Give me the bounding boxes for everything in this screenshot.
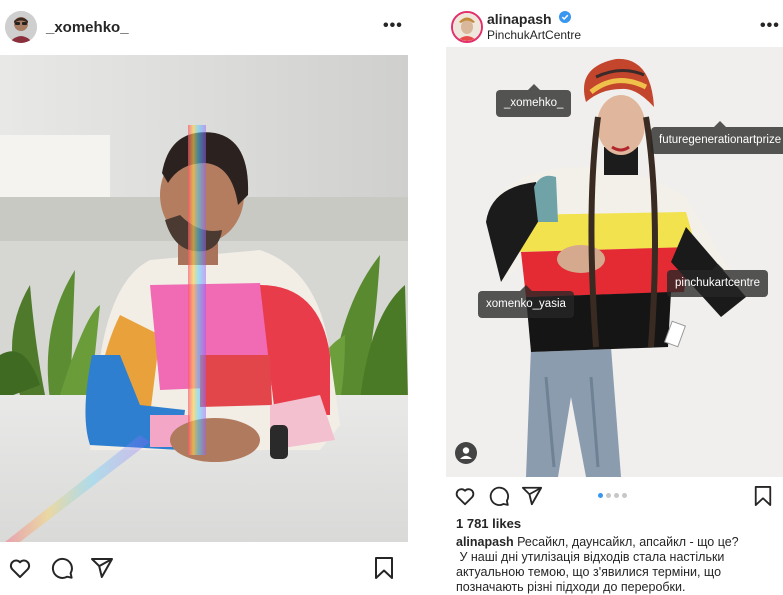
heart-icon[interactable] [8,556,32,580]
post-right-more-options-button[interactable]: ••• [760,17,780,35]
bookmark-icon[interactable] [753,485,773,507]
heart-icon[interactable] [454,485,476,507]
post-right-photo[interactable]: _xomehko_ futuregenerationartprize pinch… [446,47,783,477]
photo-tag-pinchukartcentre[interactable]: pinchukartcentre [667,264,769,297]
post-caption: alinapash Ресайкл, даунсайкл, апсайкл - … [456,535,781,595]
carousel-dot [598,493,603,498]
carousel-dot [606,493,611,498]
post-left-username[interactable]: _xomehko_ [46,19,129,36]
caption-line-2: У наші дні утилізація відходів стала нас… [456,550,725,564]
share-icon[interactable] [521,485,543,507]
post-left-avatar[interactable] [5,11,37,43]
likes-count[interactable]: 1 781 likes [456,516,521,531]
photo-tag-futuregenerationartprize[interactable]: futuregenerationartprize [651,121,783,154]
post-right-username[interactable]: alinapash [487,11,552,27]
post-right-location[interactable]: PinchukArtCentre [487,28,581,42]
carousel-dot [622,493,627,498]
post-left-actions [0,542,408,593]
caption-text-1: Ресайкл, даунсайкл, апсайкл - що це? [513,535,739,549]
post-gap [408,0,446,593]
comment-icon[interactable] [50,556,74,580]
photo-tag-xomehko[interactable]: _xomehko_ [496,84,572,117]
avatar-portrait-image [5,11,37,43]
share-icon[interactable] [90,556,114,580]
caption-username[interactable]: alinapash [456,535,514,549]
post-left-photo[interactable] [0,55,408,542]
photo-tag-xomenko-yasia[interactable]: xomenko_yasia [478,285,574,318]
caption-line-3: актуальною темою, що з'явилися терміни, … [456,565,722,579]
post-right-actions [446,477,783,517]
person-glyph [460,447,472,459]
bookmark-icon[interactable] [373,556,395,580]
post-left-more-options-button[interactable]: ••• [383,17,403,35]
caption-line-1: alinapash Ресайкл, даунсайкл, апсайкл - … [456,535,781,550]
photo-man-in-patchwork-sweater [0,55,408,542]
post-left: _xomehko_ ••• [0,0,408,593]
avatar-portrait-image [453,13,481,41]
carousel-dot [614,493,619,498]
post-right: alinapash PinchukArtCentre ••• _xomehko_… [446,0,783,595]
verified-badge-icon [559,11,571,23]
comment-icon[interactable] [488,485,510,507]
post-right-avatar[interactable] [451,11,483,43]
carousel-indicator [598,493,638,499]
user-tag-icon[interactable] [455,442,477,464]
post-left-header: _xomehko_ ••• [0,0,408,55]
